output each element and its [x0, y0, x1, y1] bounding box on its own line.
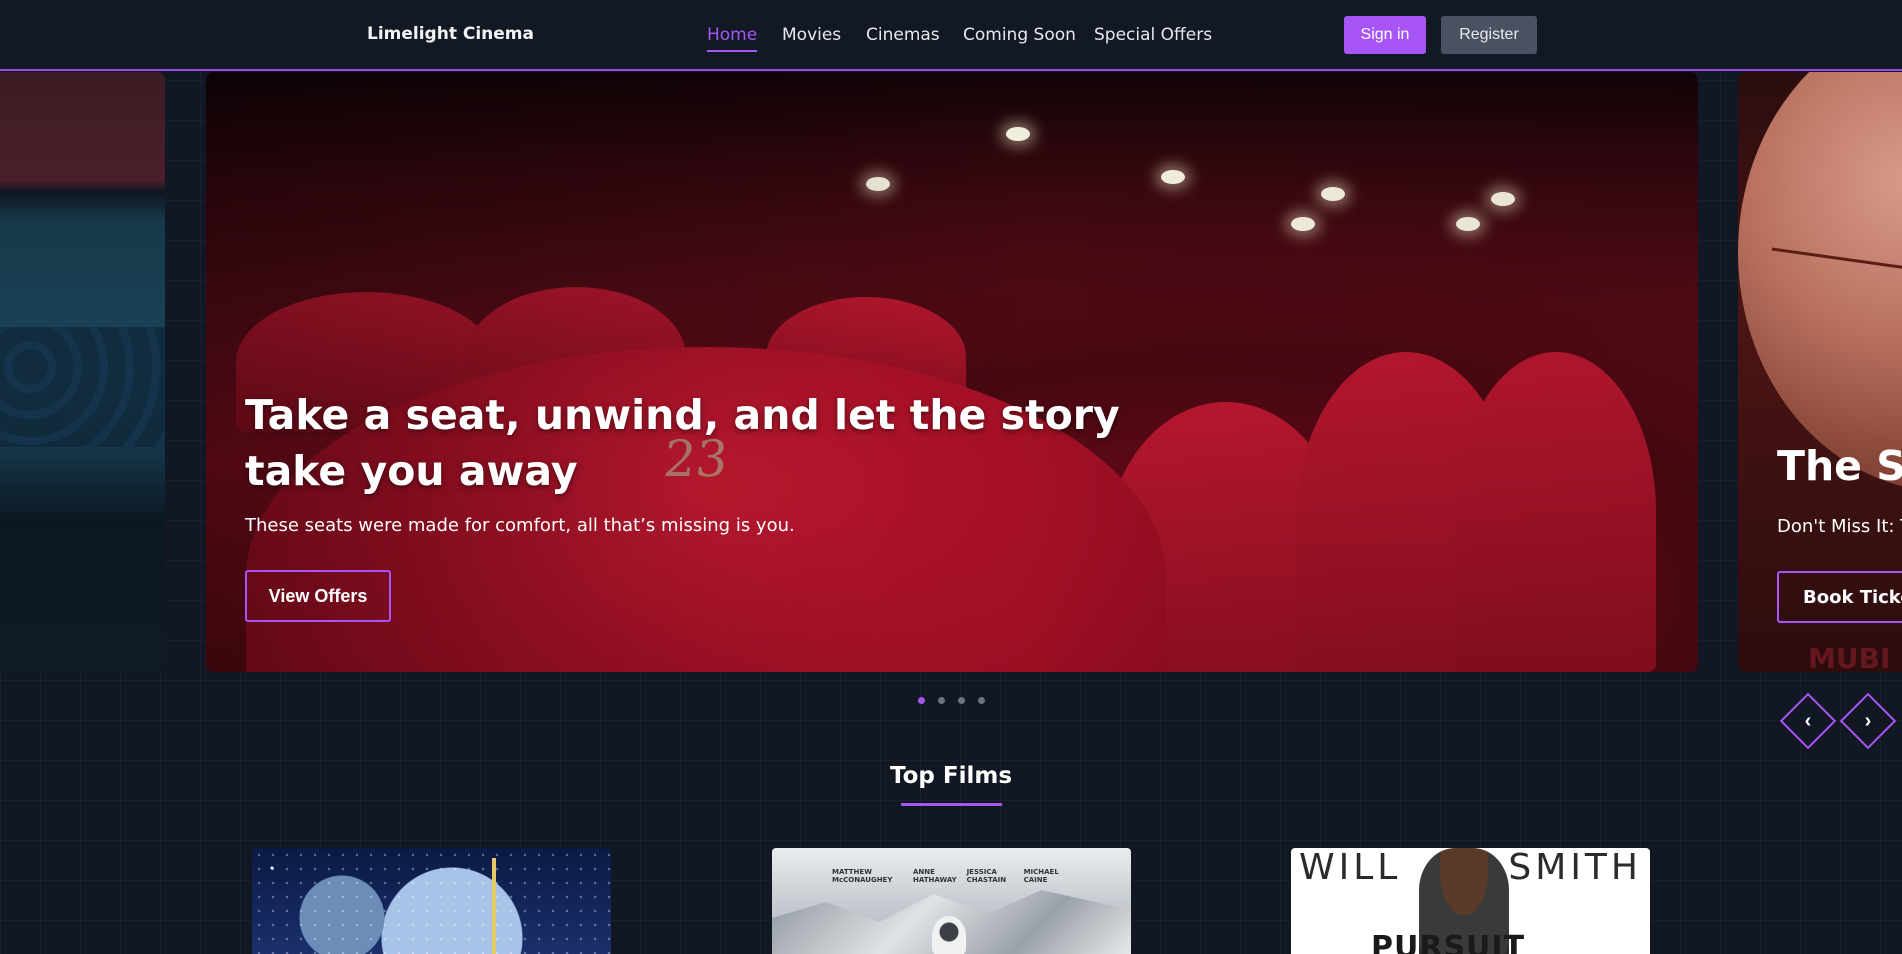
chevron-left-icon: ‹: [1804, 709, 1812, 732]
nav-coming-soon[interactable]: Coming Soon: [963, 25, 1076, 45]
chevron-right-icon: ›: [1864, 709, 1872, 732]
nav-movies[interactable]: Movies: [782, 25, 841, 45]
poster-credits: MATTHEW McCONAUGHEY ANNE HATHAWAY JESSIC…: [832, 868, 1059, 884]
poster-text-will: WILL: [1299, 848, 1402, 888]
nav-cinemas[interactable]: Cinemas: [866, 25, 940, 45]
hero-content: Take a seat, unwind, and let the story t…: [245, 387, 1205, 622]
hero-subtitle: These seats were made for comfort, all t…: [245, 515, 795, 536]
carousel-prev-button[interactable]: ‹: [1779, 692, 1837, 750]
carousel-next-button[interactable]: ›: [1839, 692, 1897, 750]
navbar: Limelight Cinema Home Movies Cinemas Com…: [0, 0, 1902, 71]
carousel-dot[interactable]: [938, 697, 945, 704]
carousel-slide-next[interactable]: The Su Don't Miss It: Th Book Ticket MUB…: [1738, 72, 1902, 672]
mubi-watermark: MUBI: [1808, 642, 1891, 672]
poster-text-smith: SMITH: [1508, 848, 1642, 888]
register-button[interactable]: Register: [1441, 16, 1537, 54]
carousel-dot[interactable]: [958, 697, 965, 704]
hero-title: Take a seat, unwind, and let the story t…: [245, 391, 1120, 495]
film-poster-pursuit-of-happyness[interactable]: WILL SMITH PURSUIT: [1291, 848, 1650, 954]
next-slide-subtitle: Don't Miss It: Th: [1777, 516, 1902, 537]
carousel-dot[interactable]: [978, 697, 985, 704]
book-tickets-button[interactable]: Book Ticket: [1777, 571, 1902, 623]
section-underline: [901, 803, 1002, 806]
view-offers-button[interactable]: View Offers: [245, 570, 391, 622]
nav-home[interactable]: Home: [707, 25, 758, 52]
film-poster-interstellar[interactable]: MATTHEW McCONAUGHEY ANNE HATHAWAY JESSIC…: [772, 848, 1131, 954]
carousel-slide-active: 23 Take a seat, unwind, and let the stor…: [206, 72, 1698, 672]
brand-logo[interactable]: Limelight Cinema: [367, 24, 534, 44]
theater-seats-image: [0, 327, 165, 447]
carousel-indicators: [918, 697, 985, 704]
carousel-slide-previous[interactable]: [0, 72, 165, 672]
astronaut-figure: [932, 916, 966, 954]
next-slide-title: The Su: [1777, 442, 1902, 490]
nav-special-offers[interactable]: Special Offers: [1094, 25, 1212, 45]
signin-button[interactable]: Sign in: [1344, 16, 1426, 54]
next-slide-content: The Su Don't Miss It: Th Book Ticket: [1777, 442, 1902, 623]
carousel-dot[interactable]: [918, 697, 925, 704]
film-poster-star-wars[interactable]: [252, 848, 611, 954]
section-title-top-films: Top Films: [889, 763, 1013, 789]
poster-text-pursuit: PURSUIT: [1371, 930, 1526, 954]
